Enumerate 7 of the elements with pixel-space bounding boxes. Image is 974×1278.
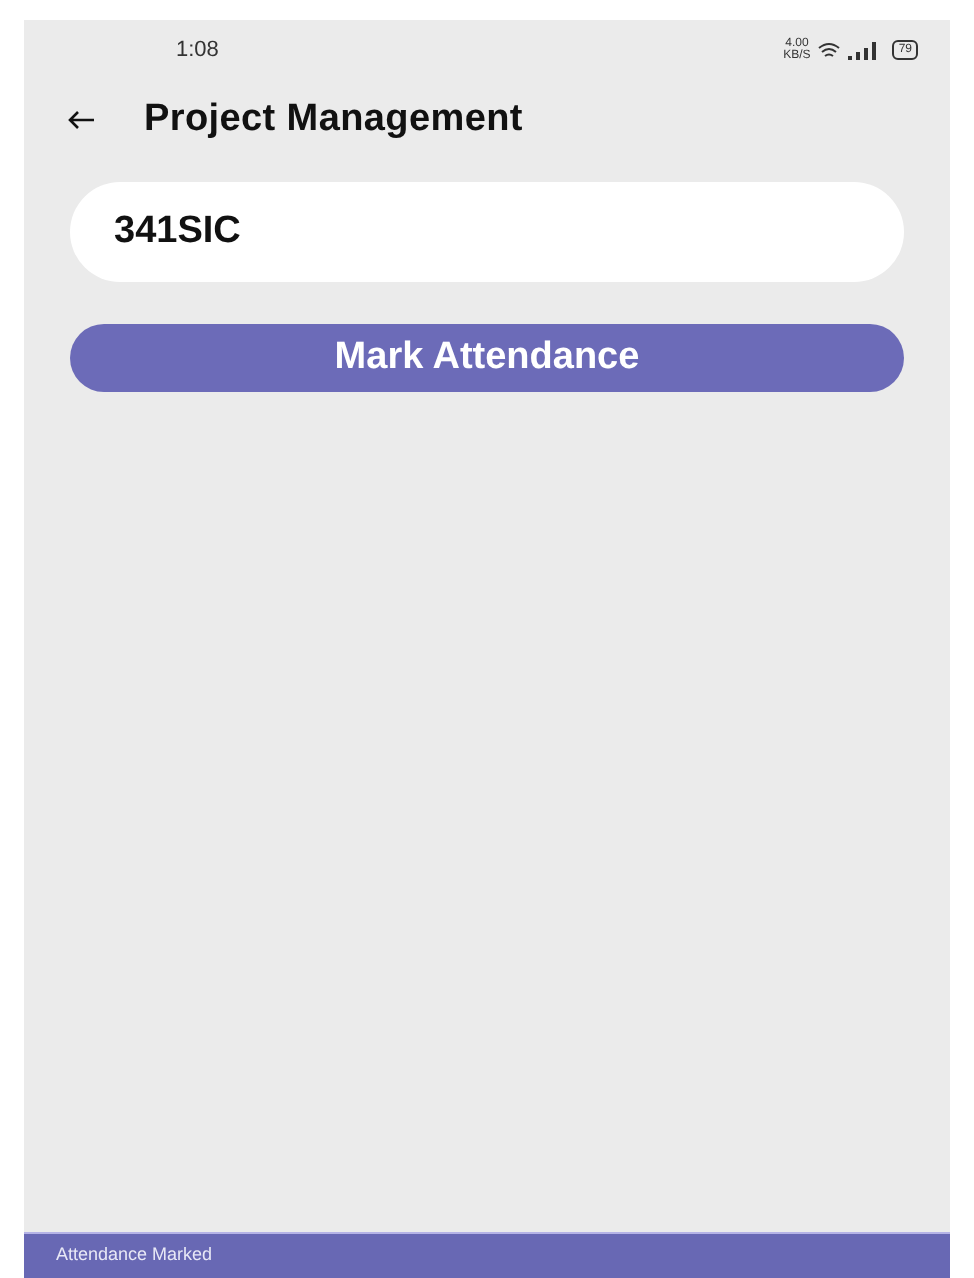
mark-attendance-button[interactable]: Mark Attendance (70, 324, 904, 392)
page-title: Project Management (144, 95, 523, 144)
code-input-field[interactable]: 341SIC (70, 182, 904, 282)
snackbar-message: Attendance Marked (56, 1242, 213, 1269)
status-time: 1:08 (176, 35, 219, 66)
wifi-icon (818, 41, 841, 59)
back-arrow-icon[interactable] (68, 110, 96, 130)
